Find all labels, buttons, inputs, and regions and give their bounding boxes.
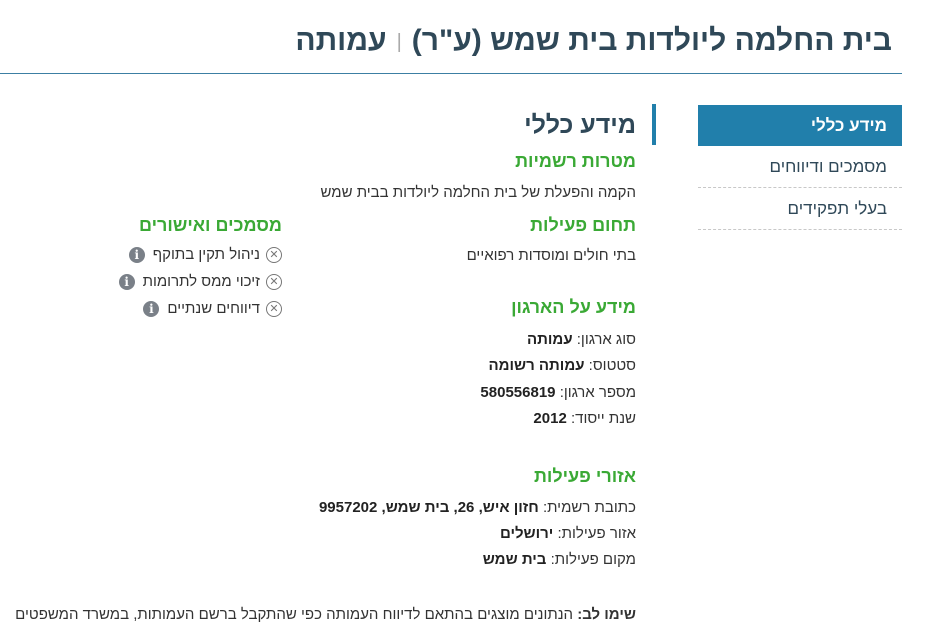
title-separator: | xyxy=(396,31,402,54)
field-heading: תחום פעילות xyxy=(530,215,636,235)
field-text: בתי חולים ומוסדות רפואיים xyxy=(466,247,636,264)
region-value: ירושלים xyxy=(499,525,554,542)
org-number-key: מספר ארגון: xyxy=(559,384,636,401)
org-type-key: סוג ארגון: xyxy=(576,331,636,348)
note-text: הנתונים מוצגים בהתאם לדיווח העמותה כפי ש… xyxy=(15,606,574,623)
place-row: מקום פעילות: בית שמש xyxy=(483,551,636,568)
org-type-row: סוג ארגון: עמותה xyxy=(527,331,636,348)
x-circle-icon: ✕ xyxy=(266,247,282,264)
org-name: בית החלמה ליולדות בית שמש (ע"ר) xyxy=(411,24,892,57)
nav-item-documents[interactable]: מסמכים ודיווחים xyxy=(698,146,902,188)
doc-item-label: ניהול תקין בתוקף xyxy=(152,246,260,263)
founding-year-value: 2012 xyxy=(533,410,567,427)
note-label: שימו לב: xyxy=(577,606,636,623)
info-icon[interactable]: i xyxy=(118,274,135,291)
section-title: מידע כללי xyxy=(524,111,636,139)
info-icon[interactable]: i xyxy=(128,247,145,264)
address-row: כתובת רשמית: חזון איש, 26, בית שמש, 9957… xyxy=(319,499,636,516)
place-value: בית שמש xyxy=(482,551,547,568)
place-key: מקום פעילות: xyxy=(550,551,636,568)
status-value: עמותה רשומה xyxy=(488,357,585,374)
goals-heading: מטרות רשמיות xyxy=(515,151,636,171)
doc-item-proper-management[interactable]: ✕ ניהול תקין בתוקף i xyxy=(128,245,282,265)
region-row: אזור פעילות: ירושלים xyxy=(500,525,636,542)
founding-year-key: שנת ייסוד: xyxy=(570,410,636,427)
section-accent-bar xyxy=(652,104,656,145)
doc-item-label: זיכוי ממס לתרומות xyxy=(142,273,260,290)
status-row: סטטוס: עמותה רשומה xyxy=(488,357,636,374)
org-type-label: עמותה xyxy=(295,24,387,57)
address-value: חזון איש, 26, בית שמש, 9957202 xyxy=(318,499,539,516)
org-number-value: 580556819 xyxy=(480,384,556,401)
org-info-heading: מידע על הארגון xyxy=(511,297,636,317)
org-number-row: מספר ארגון: 580556819 xyxy=(480,384,636,401)
goals-text: הקמה והפעלת של בית החלמה ליולדות בבית שמ… xyxy=(320,184,636,201)
nav-item-general-info[interactable]: מידע כללי xyxy=(698,105,902,146)
docs-heading: מסמכים ואישורים xyxy=(139,215,282,235)
org-type-value: עמותה xyxy=(527,331,573,348)
region-key: אזור פעילות: xyxy=(557,525,637,542)
nav-item-office-holders[interactable]: בעלי תפקידים xyxy=(698,188,902,230)
doc-item-annual-reports[interactable]: ✕ דיווחים שנתיים i xyxy=(143,299,282,319)
general-info-section: מידע כללי מטרות רשמיות הקמה והפעלת של בי… xyxy=(256,104,636,568)
status-key: סטטוס: xyxy=(588,357,636,374)
info-icon[interactable]: i xyxy=(143,301,160,318)
address-key: כתובת רשמית: xyxy=(542,499,636,516)
page-header: בית החלמה ליולדות בית שמש (ע"ר) | עמותה xyxy=(0,18,902,74)
page-title: בית החלמה ליולדות בית שמש (ע"ר) | עמותה xyxy=(295,18,892,65)
doc-item-tax-credit[interactable]: ✕ זיכוי ממס לתרומות i xyxy=(118,272,282,292)
doc-item-label: דיווחים שנתיים xyxy=(167,300,260,317)
x-circle-icon: ✕ xyxy=(266,301,282,318)
x-circle-icon: ✕ xyxy=(266,274,282,291)
areas-heading: אזורי פעילות xyxy=(533,466,636,486)
disclaimer-note: שימו לב: הנתונים מוצגים בהתאם לדיווח העמ… xyxy=(0,606,636,623)
founding-year-row: שנת ייסוד: 2012 xyxy=(533,410,636,427)
side-nav: מידע כללי מסמכים ודיווחים בעלי תפקידים xyxy=(698,105,902,230)
